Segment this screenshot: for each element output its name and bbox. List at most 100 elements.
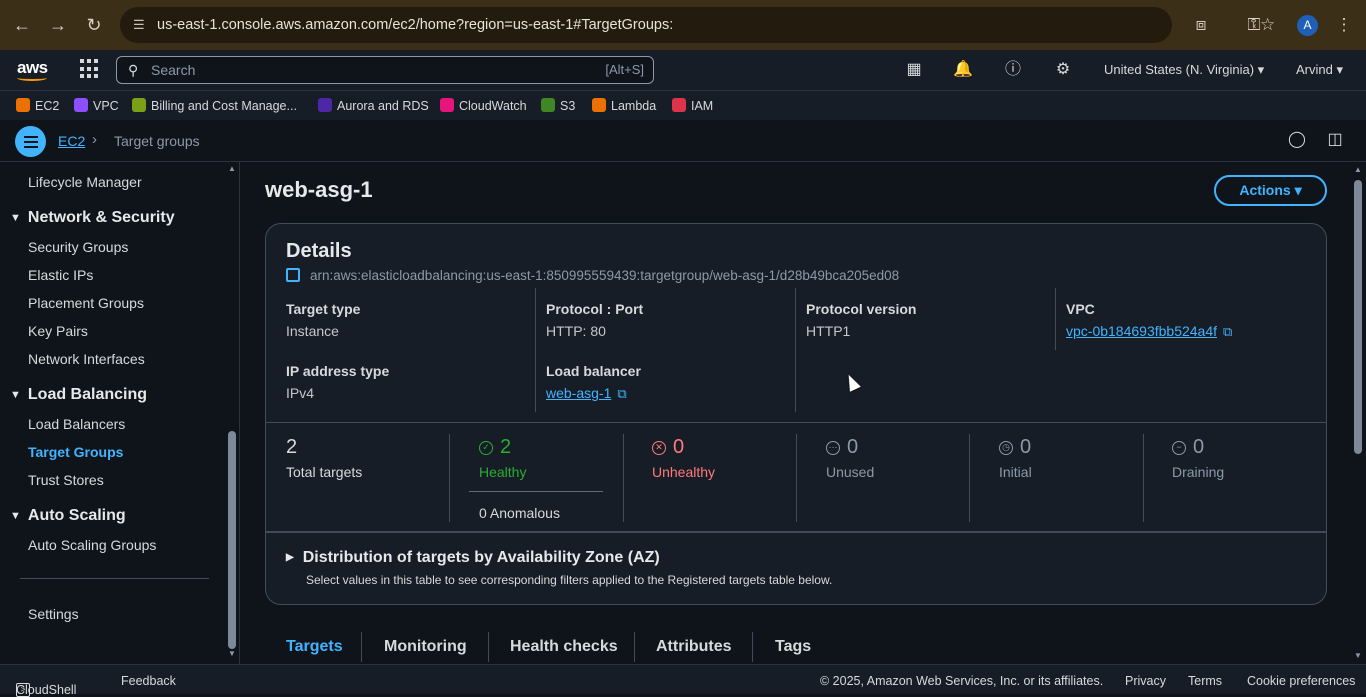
lambda-icon bbox=[592, 98, 606, 112]
tab-divider bbox=[634, 632, 635, 662]
aws-top-nav: aws ⚲ Search [Alt+S] ▦ 🔔 ⓘ ⚙ United Stat… bbox=[0, 50, 1366, 90]
unused-count[interactable]: ⋯ 0 bbox=[826, 436, 858, 459]
region-selector[interactable]: United States (N. Virginia) ▾ bbox=[1104, 62, 1264, 78]
scroll-down-arrow-icon[interactable]: ▼ bbox=[1354, 651, 1362, 660]
vpc-link[interactable]: vpc-0b184693fbb524a4f ⧉ bbox=[1066, 323, 1232, 340]
favorite-aurora-rds[interactable]: Aurora and RDS bbox=[318, 98, 429, 113]
favorite-ec2[interactable]: EC2 bbox=[16, 98, 59, 113]
account-menu[interactable]: Arvind ▾ bbox=[1296, 62, 1343, 78]
load-balancer-label: Load balancer bbox=[546, 363, 641, 379]
draining-count[interactable]: −0 bbox=[1172, 436, 1204, 459]
sidebar-item-security-groups[interactable]: Security Groups bbox=[28, 239, 128, 255]
help-icon[interactable]: ⓘ bbox=[1003, 60, 1023, 80]
unused-label: Unused bbox=[826, 464, 875, 480]
external-link-icon: ⧉ bbox=[1223, 324, 1233, 339]
x-circle-icon: ✕ bbox=[652, 441, 666, 455]
site-info-icon[interactable]: ☰ bbox=[133, 7, 145, 43]
favorite-vpc[interactable]: VPC bbox=[74, 98, 119, 113]
address-bar[interactable]: ☰ us-east-1.console.aws.amazon.com/ec2/h… bbox=[120, 7, 1275, 43]
tab-divider bbox=[488, 632, 489, 662]
tab-targets[interactable]: Targets bbox=[286, 638, 343, 656]
search-input[interactable]: ⚲ Search [Alt+S] bbox=[116, 56, 654, 84]
anomalous-count[interactable]: 0 Anomalous bbox=[479, 505, 560, 521]
aws-logo[interactable]: aws bbox=[17, 58, 48, 81]
scroll-down-arrow-icon[interactable]: ▼ bbox=[228, 649, 236, 658]
feedback-link[interactable]: Feedback bbox=[121, 674, 176, 688]
sidebar-item-key-pairs[interactable]: Key Pairs bbox=[28, 323, 88, 339]
forward-icon[interactable]: → bbox=[47, 14, 69, 36]
total-targets-label[interactable]: Total targets bbox=[286, 464, 362, 480]
sidebar-item-network-interfaces[interactable]: Network Interfaces bbox=[28, 351, 145, 367]
favorite-iam[interactable]: IAM bbox=[672, 98, 713, 113]
favorite-billing[interactable]: Billing and Cost Manage... bbox=[132, 98, 297, 113]
breadcrumb-ec2-link[interactable]: EC2 bbox=[58, 133, 85, 149]
ellipsis-circle-icon: ⋯ bbox=[826, 441, 840, 455]
footer: > CloudShell Feedback © 2025, Amazon Web … bbox=[0, 664, 1366, 697]
reload-icon[interactable]: ↻ bbox=[83, 14, 105, 36]
menu-toggle-icon[interactable] bbox=[15, 126, 46, 157]
load-balancer-link[interactable]: web-asg-1 ⧉ bbox=[546, 385, 627, 402]
caret-right-icon: ▶ bbox=[286, 552, 294, 563]
minus-circle-icon: − bbox=[1172, 441, 1186, 455]
sidebar-section-network-security[interactable]: ▼ Network & Security bbox=[10, 209, 175, 227]
healthy-count[interactable]: ✓ 2 bbox=[479, 436, 511, 459]
sidebar-section-load-balancing[interactable]: ▼ Load Balancing bbox=[10, 386, 147, 404]
caret-down-icon: ▼ bbox=[10, 212, 21, 224]
unhealthy-count[interactable]: ✕ 0 bbox=[652, 436, 684, 459]
sidebar-scrollbar[interactable] bbox=[228, 431, 236, 649]
tab-divider bbox=[361, 632, 362, 662]
back-icon[interactable]: ← bbox=[11, 14, 33, 36]
notifications-bell-icon[interactable]: 🔔 bbox=[953, 60, 973, 80]
initial-count[interactable]: ◷ 0 bbox=[999, 436, 1031, 459]
sidebar-item-target-groups[interactable]: Target Groups bbox=[28, 444, 123, 460]
terms-link[interactable]: Terms bbox=[1188, 674, 1222, 688]
profile-avatar[interactable]: A bbox=[1297, 15, 1318, 36]
display-preferences-icon[interactable]: ◫ bbox=[1325, 130, 1345, 150]
sidebar-item-settings[interactable]: Settings bbox=[28, 606, 79, 622]
cloudshell-icon[interactable]: ▦ bbox=[904, 60, 924, 80]
sidebar-item-auto-scaling-groups[interactable]: Auto Scaling Groups bbox=[28, 537, 156, 553]
services-grid-icon[interactable] bbox=[80, 59, 100, 79]
cookie-preferences-link[interactable]: Cookie preferences bbox=[1247, 674, 1355, 688]
copy-icon[interactable] bbox=[286, 268, 300, 282]
settings-gear-icon[interactable]: ⚙ bbox=[1053, 60, 1073, 80]
s3-icon bbox=[541, 98, 555, 112]
sidebar-item-elastic-ips[interactable]: Elastic IPs bbox=[28, 267, 93, 283]
page-scrollbar[interactable] bbox=[1354, 180, 1362, 454]
browser-toolbar: ← → ↻ ☰ us-east-1.console.aws.amazon.com… bbox=[0, 0, 1366, 50]
privacy-link[interactable]: Privacy bbox=[1125, 674, 1166, 688]
section-divider bbox=[266, 531, 1326, 533]
browser-menu-icon[interactable]: ⋮ bbox=[1332, 13, 1356, 37]
arn-row: arn:aws:elasticloadbalancing:us-east-1:8… bbox=[286, 268, 899, 283]
tab-monitoring[interactable]: Monitoring bbox=[384, 638, 467, 656]
sidebar-item-placement-groups[interactable]: Placement Groups bbox=[28, 295, 144, 311]
sidebar-item-trust-stores[interactable]: Trust Stores bbox=[28, 472, 104, 488]
cloudwatch-icon bbox=[440, 98, 454, 112]
favorite-s3[interactable]: S3 bbox=[541, 98, 575, 113]
protocol-version-value: HTTP1 bbox=[806, 323, 851, 339]
rds-icon bbox=[318, 98, 332, 112]
arn-text: arn:aws:elasticloadbalancing:us-east-1:8… bbox=[310, 268, 900, 283]
scroll-up-arrow-icon[interactable]: ▲ bbox=[1354, 165, 1362, 174]
password-key-icon[interactable]: ⚿ bbox=[1242, 13, 1266, 37]
column-divider bbox=[1055, 288, 1056, 350]
sidebar-item-lifecycle-manager[interactable]: Lifecycle Manager bbox=[28, 174, 142, 190]
tab-attributes[interactable]: Attributes bbox=[656, 638, 732, 656]
distribution-expander[interactable]: ▶ Distribution of targets by Availability… bbox=[286, 549, 660, 567]
sidebar-item-load-balancers[interactable]: Load Balancers bbox=[28, 416, 125, 432]
info-panel-icon[interactable]: ◯ bbox=[1287, 130, 1307, 150]
vpc-icon bbox=[74, 98, 88, 112]
extensions-icon[interactable]: ⧈ bbox=[1189, 13, 1213, 37]
copyright-text: © 2025, Amazon Web Services, Inc. or its… bbox=[820, 674, 1104, 688]
tab-tags[interactable]: Tags bbox=[775, 638, 811, 656]
tab-health-checks[interactable]: Health checks bbox=[510, 638, 618, 656]
healthy-label: Healthy bbox=[479, 464, 527, 480]
favorite-cloudwatch[interactable]: CloudWatch bbox=[440, 98, 527, 113]
scroll-up-arrow-icon[interactable]: ▲ bbox=[228, 164, 236, 173]
column-divider bbox=[535, 288, 536, 412]
actions-button[interactable]: Actions ▾ bbox=[1214, 175, 1327, 206]
favorite-lambda[interactable]: Lambda bbox=[592, 98, 656, 113]
clock-icon: ◷ bbox=[999, 441, 1013, 455]
breadcrumb: EC2 › Target groups ◯ ◫ bbox=[0, 120, 1366, 162]
sidebar-section-auto-scaling[interactable]: ▼ Auto Scaling bbox=[10, 507, 126, 525]
